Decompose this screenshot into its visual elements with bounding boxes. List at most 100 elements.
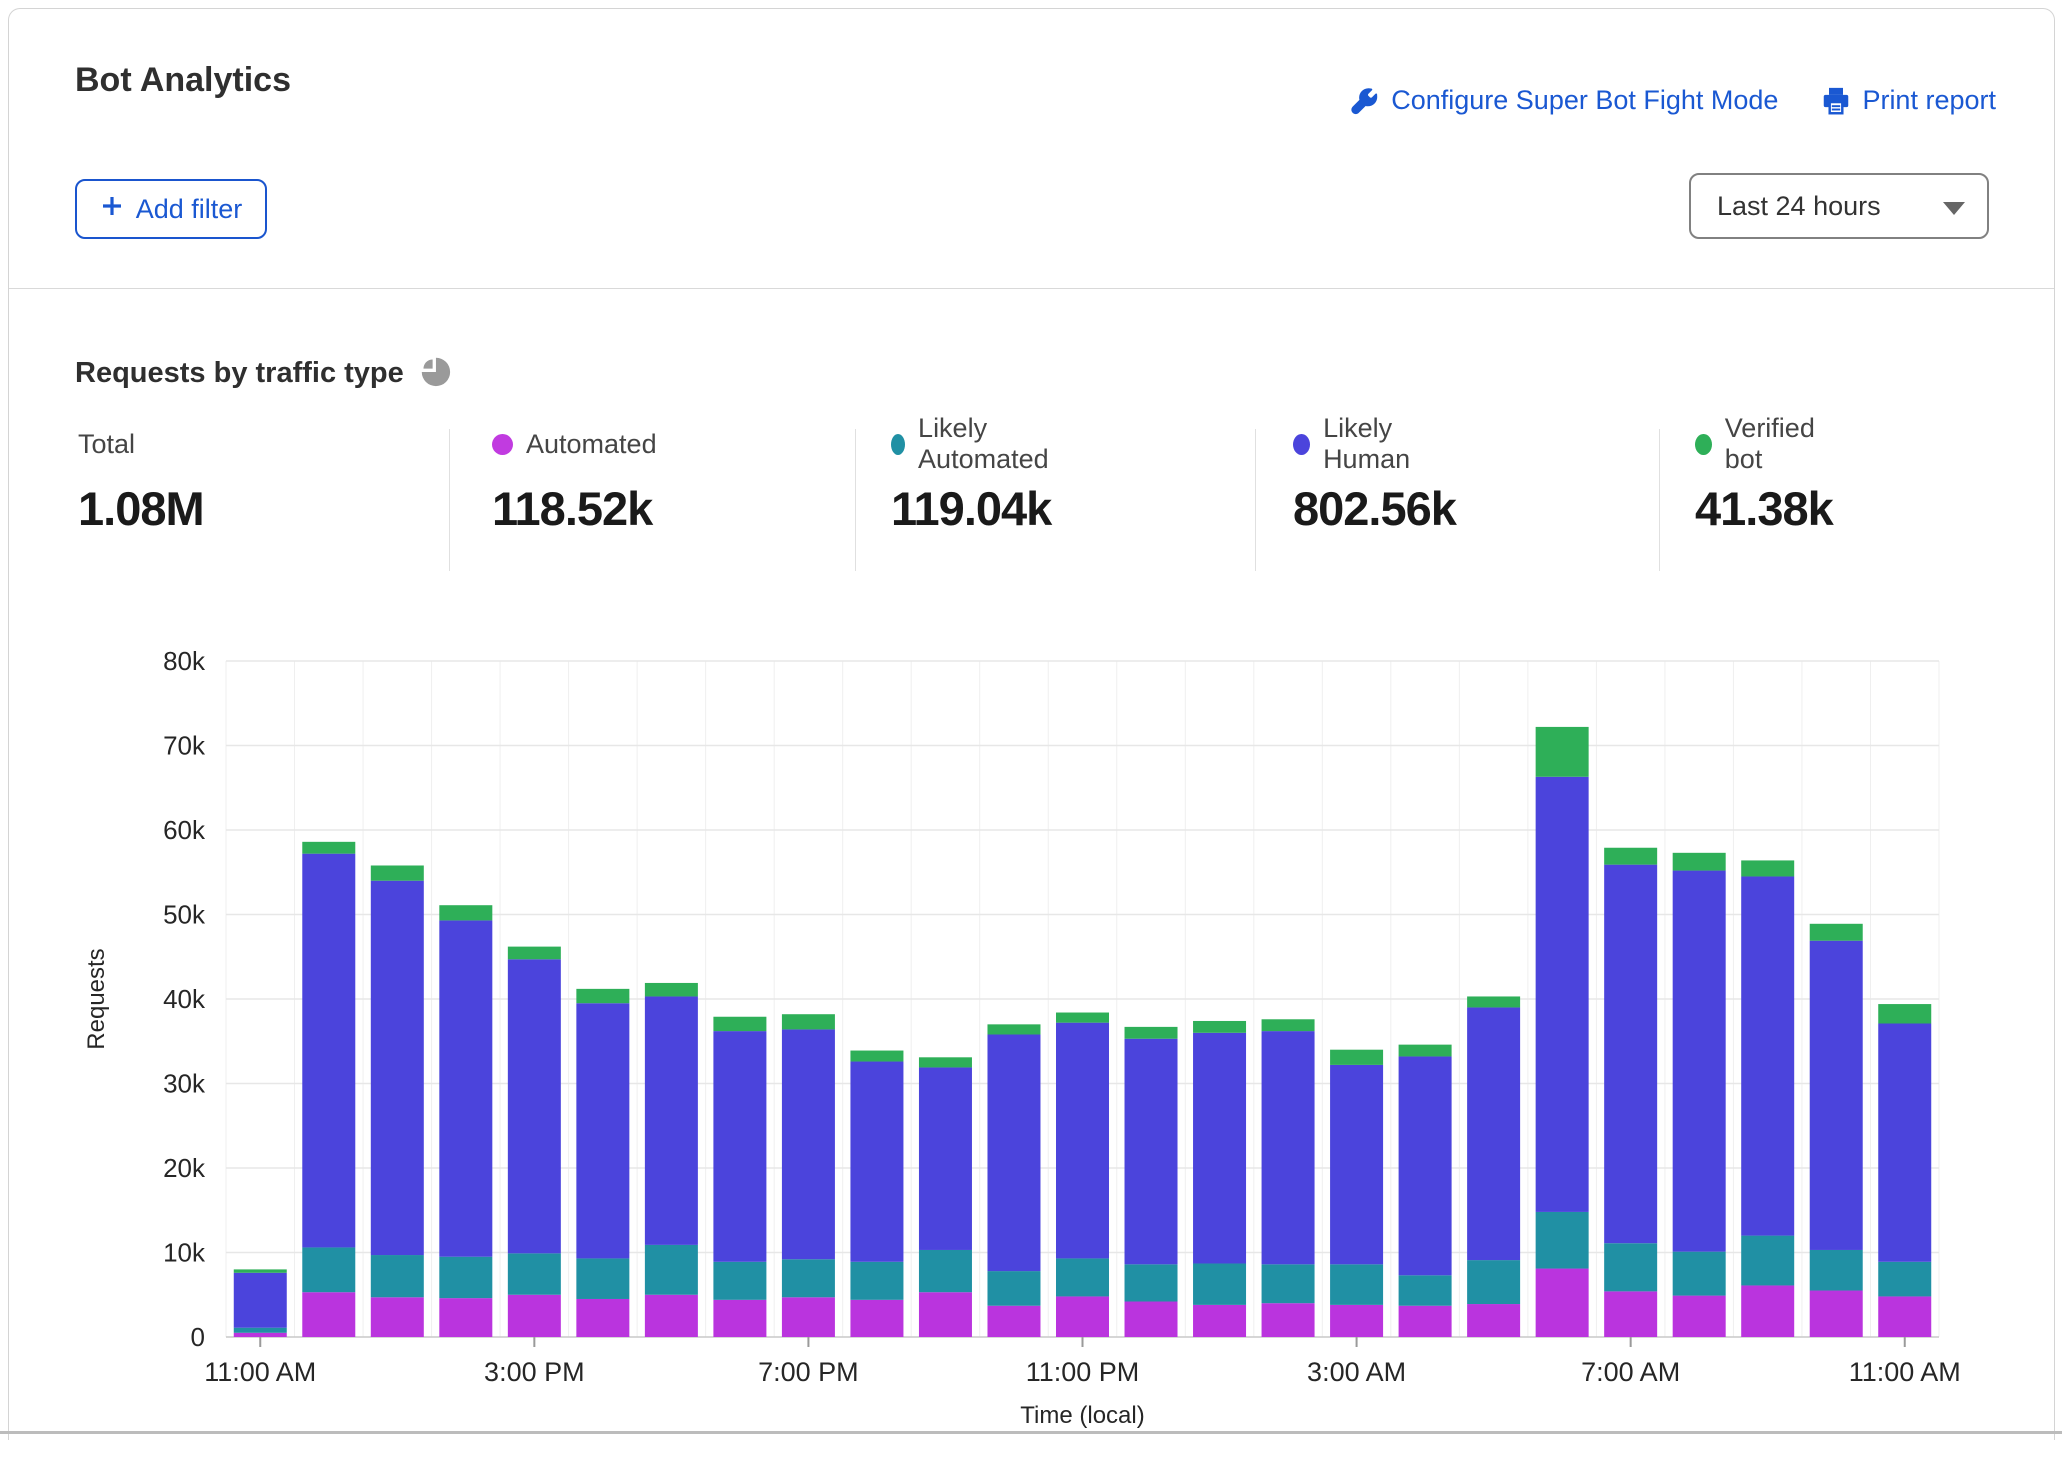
bar-segment-likely-human[interactable]: [1878, 1024, 1931, 1262]
bar-segment-automated[interactable]: [1810, 1291, 1863, 1337]
bar-segment-automated[interactable]: [1399, 1306, 1452, 1337]
bar-segment-likely-automated[interactable]: [1878, 1262, 1931, 1297]
bar-segment-likely-automated[interactable]: [782, 1259, 835, 1297]
bar-segment-likely-automated[interactable]: [302, 1247, 355, 1292]
bar-segment-automated[interactable]: [1125, 1302, 1178, 1337]
bar-segment-automated[interactable]: [850, 1300, 903, 1337]
bar-segment-automated[interactable]: [1056, 1296, 1109, 1337]
bar-segment-likely-human[interactable]: [439, 920, 492, 1256]
bar-segment-verified-bot[interactable]: [1604, 848, 1657, 865]
bar-segment-likely-automated[interactable]: [1467, 1260, 1520, 1304]
bar-segment-automated[interactable]: [576, 1299, 629, 1337]
bar-segment-automated[interactable]: [1467, 1304, 1520, 1337]
bar-segment-verified-bot[interactable]: [1399, 1045, 1452, 1057]
configure-super-bot-fight-mode-link[interactable]: Configure Super Bot Fight Mode: [1351, 85, 1778, 116]
bar-segment-verified-bot[interactable]: [1330, 1050, 1383, 1065]
bar-segment-automated[interactable]: [1193, 1305, 1246, 1337]
bar-segment-likely-automated[interactable]: [1536, 1212, 1589, 1269]
bar-segment-likely-human[interactable]: [1399, 1056, 1452, 1275]
bar-segment-verified-bot[interactable]: [1878, 1004, 1931, 1023]
bar-segment-verified-bot[interactable]: [439, 905, 492, 920]
bar-segment-likely-automated[interactable]: [1262, 1264, 1315, 1303]
bar-segment-automated[interactable]: [1262, 1303, 1315, 1337]
bar-segment-likely-human[interactable]: [576, 1003, 629, 1258]
bar-segment-verified-bot[interactable]: [1741, 860, 1794, 876]
bar-segment-verified-bot[interactable]: [782, 1014, 835, 1029]
bar-segment-likely-human[interactable]: [645, 996, 698, 1244]
bar-segment-likely-human[interactable]: [987, 1034, 1040, 1271]
bar-segment-likely-automated[interactable]: [1673, 1252, 1726, 1296]
bar-segment-verified-bot[interactable]: [371, 865, 424, 880]
bar-segment-automated[interactable]: [782, 1297, 835, 1337]
print-report-link[interactable]: Print report: [1822, 85, 1996, 116]
bar-segment-verified-bot[interactable]: [1056, 1013, 1109, 1023]
bar-segment-verified-bot[interactable]: [234, 1269, 287, 1272]
bar-segment-verified-bot[interactable]: [302, 842, 355, 854]
bar-segment-automated[interactable]: [1673, 1296, 1726, 1337]
bar-segment-likely-human[interactable]: [1330, 1065, 1383, 1264]
bar-segment-likely-automated[interactable]: [919, 1250, 972, 1292]
bar-segment-likely-automated[interactable]: [576, 1258, 629, 1299]
bar-segment-likely-automated[interactable]: [439, 1257, 492, 1298]
bar-segment-verified-bot[interactable]: [713, 1017, 766, 1031]
bar-segment-likely-human[interactable]: [1125, 1039, 1178, 1265]
bar-segment-automated[interactable]: [508, 1295, 561, 1337]
time-range-select[interactable]: Last 24 hours: [1689, 173, 1989, 239]
bar-segment-verified-bot[interactable]: [1193, 1021, 1246, 1033]
bar-segment-verified-bot[interactable]: [1810, 924, 1863, 941]
bar-segment-automated[interactable]: [371, 1297, 424, 1337]
bar-segment-likely-human[interactable]: [1741, 876, 1794, 1235]
bar-segment-likely-automated[interactable]: [1741, 1236, 1794, 1286]
bar-segment-verified-bot[interactable]: [1262, 1019, 1315, 1031]
bar-segment-likely-automated[interactable]: [645, 1245, 698, 1295]
bar-segment-likely-human[interactable]: [1673, 871, 1726, 1252]
bar-segment-verified-bot[interactable]: [850, 1051, 903, 1062]
bar-segment-likely-automated[interactable]: [234, 1328, 287, 1333]
bar-segment-likely-human[interactable]: [1536, 777, 1589, 1212]
bar-segment-likely-automated[interactable]: [1604, 1243, 1657, 1291]
bar-segment-automated[interactable]: [987, 1306, 1040, 1337]
bar-segment-verified-bot[interactable]: [919, 1057, 972, 1067]
bar-segment-likely-automated[interactable]: [1193, 1263, 1246, 1304]
bar-segment-verified-bot[interactable]: [1467, 996, 1520, 1007]
bar-segment-verified-bot[interactable]: [987, 1024, 1040, 1034]
bar-segment-likely-human[interactable]: [1056, 1023, 1109, 1259]
add-filter-button[interactable]: Add filter: [75, 179, 267, 239]
bar-segment-likely-automated[interactable]: [713, 1262, 766, 1300]
bar-segment-automated[interactable]: [439, 1298, 492, 1337]
bar-segment-likely-automated[interactable]: [508, 1253, 561, 1294]
bar-segment-likely-human[interactable]: [302, 854, 355, 1248]
requests-stacked-bar-chart[interactable]: 010k20k30k40k50k60k70k80k11:00 AM3:00 PM…: [9, 609, 2062, 1459]
bar-segment-likely-human[interactable]: [850, 1062, 903, 1262]
bar-segment-likely-human[interactable]: [919, 1067, 972, 1250]
bar-segment-automated[interactable]: [302, 1292, 355, 1337]
bar-segment-automated[interactable]: [234, 1333, 287, 1337]
bar-segment-automated[interactable]: [1330, 1305, 1383, 1337]
bar-segment-likely-automated[interactable]: [850, 1262, 903, 1300]
bar-segment-likely-automated[interactable]: [1330, 1264, 1383, 1305]
bar-segment-verified-bot[interactable]: [1125, 1027, 1178, 1039]
bar-segment-likely-human[interactable]: [508, 959, 561, 1253]
bar-segment-automated[interactable]: [1536, 1269, 1589, 1337]
bar-segment-likely-human[interactable]: [371, 881, 424, 1255]
bar-segment-likely-automated[interactable]: [1125, 1264, 1178, 1301]
bar-segment-automated[interactable]: [713, 1300, 766, 1337]
bar-segment-verified-bot[interactable]: [1536, 727, 1589, 777]
bar-segment-likely-automated[interactable]: [987, 1271, 1040, 1306]
bar-segment-likely-human[interactable]: [1193, 1033, 1246, 1264]
bar-segment-automated[interactable]: [1604, 1291, 1657, 1337]
bar-segment-likely-human[interactable]: [1810, 941, 1863, 1250]
bar-segment-likely-human[interactable]: [1604, 865, 1657, 1244]
bar-segment-verified-bot[interactable]: [576, 989, 629, 1003]
bar-segment-likely-human[interactable]: [1262, 1031, 1315, 1264]
bar-segment-likely-human[interactable]: [713, 1031, 766, 1262]
bar-segment-likely-automated[interactable]: [1399, 1275, 1452, 1305]
bar-segment-automated[interactable]: [919, 1292, 972, 1337]
bar-segment-automated[interactable]: [1878, 1296, 1931, 1337]
bar-segment-likely-automated[interactable]: [1056, 1258, 1109, 1296]
bar-segment-verified-bot[interactable]: [1673, 853, 1726, 871]
bar-segment-automated[interactable]: [1741, 1285, 1794, 1337]
bar-segment-likely-automated[interactable]: [1810, 1250, 1863, 1291]
bar-segment-likely-human[interactable]: [234, 1273, 287, 1328]
bar-segment-verified-bot[interactable]: [645, 983, 698, 997]
